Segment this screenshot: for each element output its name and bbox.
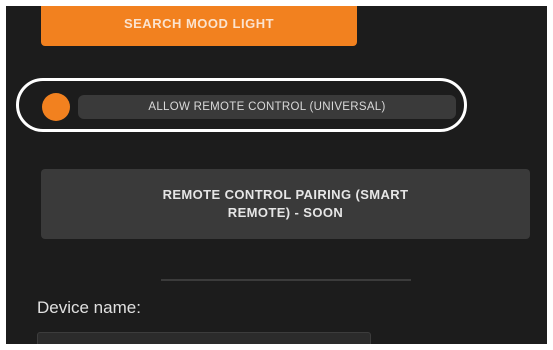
search-mood-light-button[interactable]: SEARCH MOOD LIGHT xyxy=(41,6,357,46)
device-name-input[interactable] xyxy=(37,332,371,344)
app-screen: SEARCH MOOD LIGHT ALLOW REMOTE CONTROL (… xyxy=(6,6,547,344)
toggle-switch-knob[interactable] xyxy=(42,93,70,121)
allow-remote-control-label[interactable]: ALLOW REMOTE CONTROL (UNIVERSAL) xyxy=(78,95,456,119)
allow-remote-control-toggle[interactable]: ALLOW REMOTE CONTROL (UNIVERSAL) xyxy=(42,92,462,122)
device-name-label: Device name: xyxy=(37,298,141,317)
remote-control-pairing-button[interactable]: REMOTE CONTROL PAIRING (SMART REMOTE) - … xyxy=(41,169,530,239)
section-divider xyxy=(161,279,411,281)
